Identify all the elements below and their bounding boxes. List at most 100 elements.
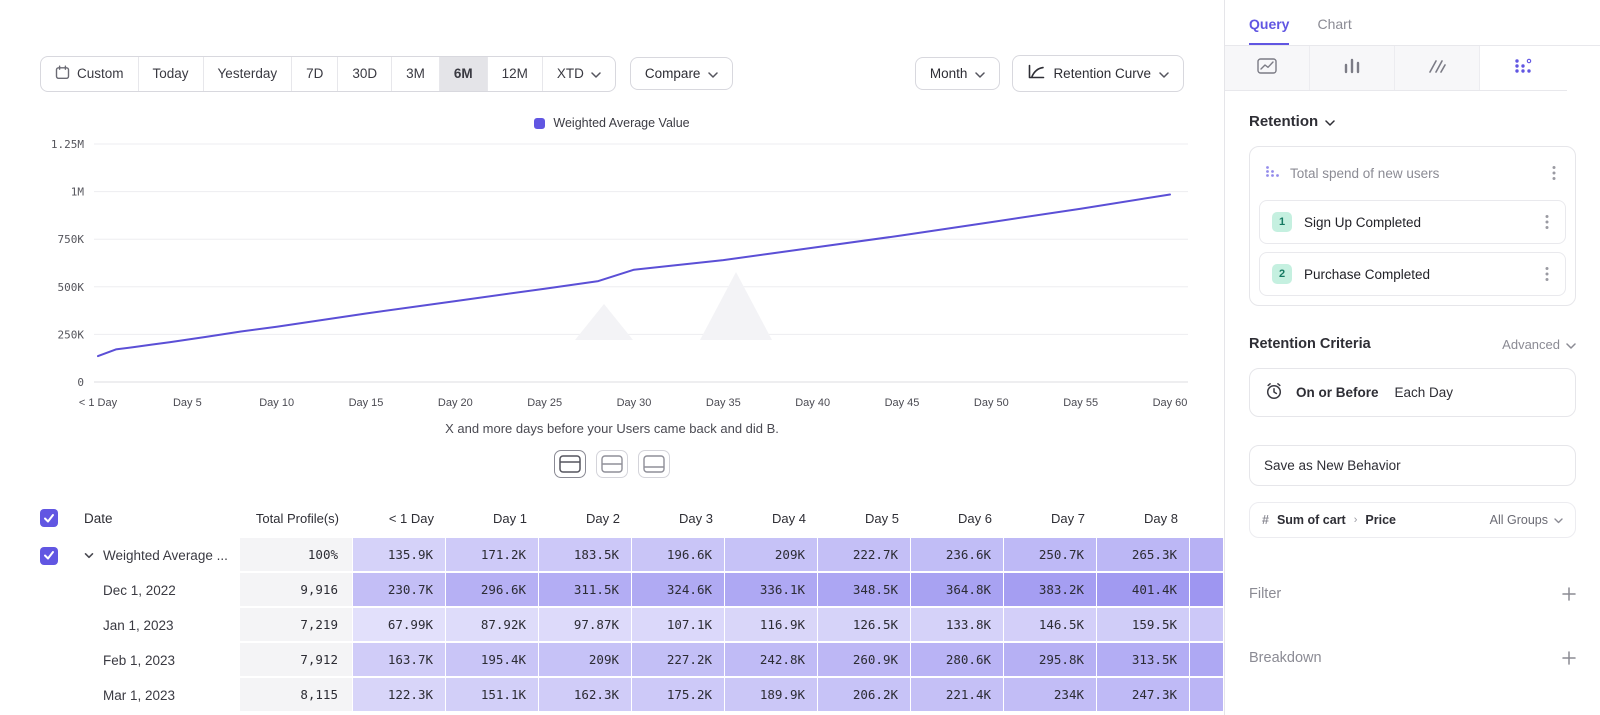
retention-value-cell[interactable]: 324.6K	[632, 573, 725, 608]
retention-value-cell[interactable]: 189.9K	[725, 678, 818, 713]
retention-value-cell[interactable]: 383.2K	[1004, 573, 1097, 608]
column-header[interactable]: Day 4	[725, 498, 818, 538]
retention-timing-card[interactable]: On or Before Each Day	[1249, 368, 1576, 417]
retention-value-cell[interactable]: 336.1K	[725, 573, 818, 608]
kebab-menu-icon[interactable]	[1541, 212, 1553, 232]
range-xtd[interactable]: XTD	[542, 57, 615, 91]
range-yesterday[interactable]: Yesterday	[203, 57, 292, 91]
column-header[interactable]: Day 6	[911, 498, 1004, 538]
column-header[interactable]: Date	[72, 498, 240, 538]
row-checkbox[interactable]	[40, 509, 58, 527]
query-type-line-chart[interactable]	[1225, 46, 1310, 90]
retention-value-cell[interactable]: 296.6K	[446, 573, 539, 608]
behavior-step[interactable]: 1Sign Up Completed	[1259, 200, 1566, 244]
retention-value-cell[interactable]: 295.8K	[1004, 643, 1097, 678]
column-header[interactable]: < 1 Day	[353, 498, 446, 538]
retention-value-cell[interactable]: 209K	[539, 643, 632, 678]
save-as-new-behavior-button[interactable]: Save as New Behavior	[1249, 445, 1576, 486]
retention-value-cell[interactable]: 364.8K	[911, 573, 1004, 608]
add-breakdown-button[interactable]	[1562, 651, 1576, 665]
retention-value-cell[interactable]: 222.7K	[818, 538, 911, 573]
range-6m[interactable]: 6M	[439, 57, 487, 91]
retention-value-cell[interactable]: 183.5K	[539, 538, 632, 573]
retention-value-cell[interactable]: 348.5K	[818, 573, 911, 608]
all-groups-dropdown[interactable]: All Groups	[1490, 513, 1563, 527]
table-row[interactable]: Mar 1, 20238,115122.3K151.1K162.3K175.2K…	[0, 678, 1224, 713]
retention-value-cell[interactable]: 196.6K	[632, 538, 725, 573]
retention-value-cell[interactable]: 107.1K	[632, 608, 725, 643]
retention-value-cell[interactable]: 151.1K	[446, 678, 539, 713]
retention-value-cell[interactable]: 163.7K	[353, 643, 446, 678]
range-today[interactable]: Today	[138, 57, 203, 91]
range-custom[interactable]: Custom	[41, 57, 138, 91]
query-type-slope-chart[interactable]	[1395, 46, 1480, 90]
retention-value-cell[interactable]: 162.3K	[539, 678, 632, 713]
retention-value-cell[interactable]: 234K	[1004, 678, 1097, 713]
behavior-header[interactable]: Total spend of new users	[1259, 156, 1566, 192]
retention-value-cell[interactable]: 209K	[725, 538, 818, 573]
retention-value-cell[interactable]: 133.8K	[911, 608, 1004, 643]
retention-value-cell[interactable]: 195.4K	[446, 643, 539, 678]
chart-type-button[interactable]: Retention Curve	[1012, 55, 1184, 92]
column-header[interactable]: Day 5	[818, 498, 911, 538]
retention-value-cell[interactable]: 236.6K	[911, 538, 1004, 573]
retention-value-cell[interactable]: 265.3K	[1097, 538, 1190, 573]
retention-value-cell[interactable]: 206.2K	[818, 678, 911, 713]
column-header[interactable]: Day 2	[539, 498, 632, 538]
column-header[interactable]: Day 1	[446, 498, 539, 538]
granularity-button[interactable]: Month	[915, 57, 1001, 90]
table-row[interactable]: Feb 1, 20237,912163.7K195.4K209K227.2K24…	[0, 643, 1224, 678]
retention-value-cell[interactable]: 280.6K	[911, 643, 1004, 678]
layout-split-option-3[interactable]	[638, 450, 670, 478]
add-filter-button[interactable]	[1562, 587, 1576, 601]
tab-query[interactable]: Query	[1249, 16, 1289, 45]
row-checkbox[interactable]	[40, 547, 58, 565]
query-type-bar-chart[interactable]	[1310, 46, 1395, 90]
retention-value-cell[interactable]: 311.5K	[539, 573, 632, 608]
column-header[interactable]: Day 3	[632, 498, 725, 538]
retention-value-cell[interactable]: 97.87K	[539, 608, 632, 643]
retention-value-cell[interactable]: 87.92K	[446, 608, 539, 643]
retention-value-cell[interactable]: 159.5K	[1097, 608, 1190, 643]
retention-value-cell[interactable]: 227.2K	[632, 643, 725, 678]
retention-value-cell[interactable]: 126.5K	[818, 608, 911, 643]
layout-split-option-2[interactable]	[596, 450, 628, 478]
retention-value-cell[interactable]: 175.2K	[632, 678, 725, 713]
retention-value-cell[interactable]: 135.9K	[353, 538, 446, 573]
retention-value-cell[interactable]: 242.8K	[725, 643, 818, 678]
table-row[interactable]: Jan 1, 20237,21967.99K87.92K97.87K107.1K…	[0, 608, 1224, 643]
retention-value-cell[interactable]: 221.4K	[911, 678, 1004, 713]
range-7d[interactable]: 7D	[291, 57, 337, 91]
retention-value-cell[interactable]: 313.5K	[1097, 643, 1190, 678]
retention-value-cell[interactable]: 171.2K	[446, 538, 539, 573]
kebab-menu-icon[interactable]	[1541, 264, 1553, 284]
measure-row[interactable]: # Sum of cart › Price All Groups	[1249, 502, 1576, 538]
retention-value-cell[interactable]: 116.9K	[725, 608, 818, 643]
table-row[interactable]: Weighted Average ...100%135.9K171.2K183.…	[0, 538, 1224, 573]
retention-value-cell[interactable]: 230.7K	[353, 573, 446, 608]
retention-value-cell[interactable]: 247.3K	[1097, 678, 1190, 713]
tab-chart[interactable]: Chart	[1317, 16, 1351, 45]
retention-value-cell[interactable]: 122.3K	[353, 678, 446, 713]
retention-value-cell[interactable]: 67.99K	[353, 608, 446, 643]
range-12m[interactable]: 12M	[487, 57, 542, 91]
table-row[interactable]: Dec 1, 20229,916230.7K296.6K311.5K324.6K…	[0, 573, 1224, 608]
compare-button[interactable]: Compare	[630, 57, 734, 90]
range-3m[interactable]: 3M	[391, 57, 439, 91]
column-header[interactable]: Total Profile(s)	[240, 498, 353, 538]
retention-value-cell[interactable]: 260.9K	[818, 643, 911, 678]
retention-line-series[interactable]	[98, 195, 1170, 357]
retention-value-cell[interactable]: 250.7K	[1004, 538, 1097, 573]
column-header[interactable]: Day 8	[1097, 498, 1190, 538]
retention-section-header[interactable]: Retention	[1249, 113, 1576, 130]
query-type-retention[interactable]	[1480, 46, 1565, 90]
expand-chevron-icon[interactable]	[84, 552, 94, 559]
layout-split-option-1[interactable]	[554, 450, 586, 478]
retention-value-cell[interactable]: 401.4K	[1097, 573, 1190, 608]
line-chart[interactable]: 0250K500K750K1M1.25M< 1 DayDay 5Day 10Da…	[20, 132, 1205, 416]
retention-value-cell[interactable]: 146.5K	[1004, 608, 1097, 643]
range-30d[interactable]: 30D	[337, 57, 391, 91]
criteria-mode-dropdown[interactable]: Advanced	[1502, 337, 1576, 352]
behavior-step[interactable]: 2Purchase Completed	[1259, 252, 1566, 296]
column-header[interactable]: Day 7	[1004, 498, 1097, 538]
